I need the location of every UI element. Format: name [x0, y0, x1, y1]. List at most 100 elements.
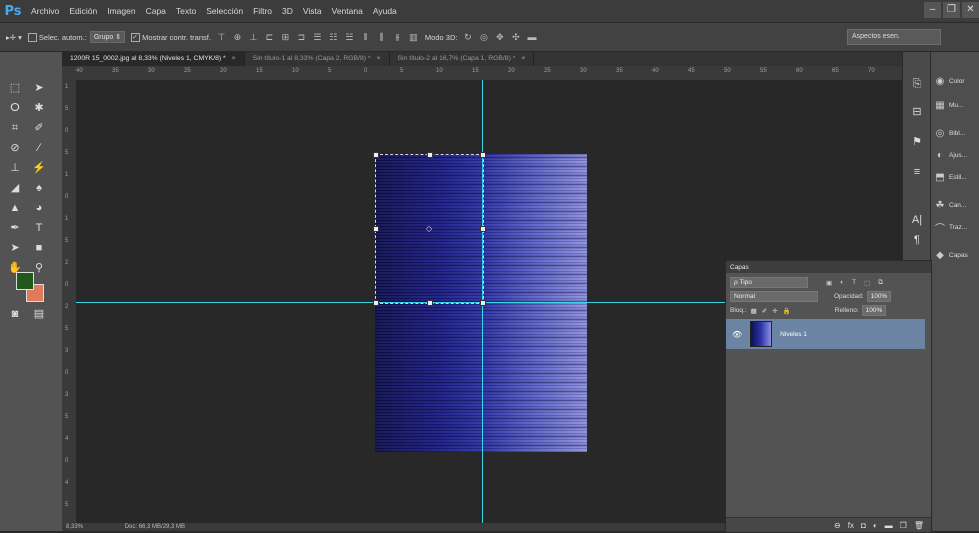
lasso-tool-icon[interactable]: ⵔ [6, 100, 24, 116]
lock-pixels-icon[interactable]: ✐ [762, 307, 767, 315]
align-left-icon[interactable]: ⊏ [264, 32, 275, 43]
fx-icon[interactable]: fx [848, 521, 854, 530]
move-tool-icon[interactable]: ➤ [30, 80, 48, 96]
transform-handle[interactable] [480, 152, 486, 158]
lock-position-icon[interactable]: ✛ [772, 307, 777, 315]
transform-handle[interactable] [480, 226, 486, 232]
opacity-field[interactable]: 100% [866, 291, 892, 302]
dock-item-channels[interactable]: ☘ Can... [934, 196, 967, 214]
lock-transparent-icon[interactable]: ▩ [751, 307, 757, 315]
menu-seleccion[interactable]: Selección [201, 6, 248, 16]
add-mask-icon[interactable]: ◘ [861, 521, 866, 530]
distribute-right-icon[interactable]: ⫵ [392, 32, 403, 43]
vertical-ruler[interactable]: 15051015202530354045 [62, 80, 77, 523]
distribute-left-icon[interactable]: ⫴ [360, 32, 371, 43]
dock-item-color[interactable]: ◉ Color [934, 72, 965, 90]
path-select-tool-icon[interactable]: ➤ [6, 240, 24, 256]
rotate-3d-icon[interactable]: ↻ [462, 32, 473, 43]
distribute-top-icon[interactable]: ☰ [312, 32, 323, 43]
close-tab-icon[interactable]: × [377, 55, 381, 62]
menu-capa[interactable]: Capa [141, 6, 171, 16]
move-tool-preset-icon[interactable]: ▸✛ ▾ [6, 33, 22, 42]
paint-bucket-tool-icon[interactable]: ♠ [30, 180, 48, 196]
roll-3d-icon[interactable]: ◎ [478, 32, 489, 43]
crop-tool-icon[interactable]: ⌗ [6, 120, 24, 136]
tab-document-3[interactable]: Sin título-2 al 16,7% (Capa 1, RGB/8) * × [390, 52, 535, 66]
dock-item-libraries[interactable]: ◎ Bibl... [934, 124, 966, 142]
distribute-vcenter-icon[interactable]: ☷ [328, 32, 339, 43]
align-right-icon[interactable]: ⊐ [296, 32, 307, 43]
show-transform-checkbox[interactable]: ✓ [131, 32, 141, 42]
auto-select-dropdown[interactable]: Grupo ⇕ [89, 31, 126, 43]
actions-icon[interactable]: ⚑ [908, 134, 926, 150]
close-tab-icon[interactable]: × [232, 55, 236, 62]
filter-type-icon[interactable]: T [852, 279, 856, 286]
slide-3d-icon[interactable]: ✣ [510, 32, 521, 43]
align-bottom-icon[interactable]: ⊥ [248, 32, 259, 43]
history-icon[interactable]: ⎘ [908, 76, 926, 92]
align-vcenter-icon[interactable]: ⊕ [232, 32, 243, 43]
dock-item-layers[interactable]: ◆ Capas [934, 246, 968, 264]
auto-select-checkbox[interactable] [27, 32, 37, 42]
menu-imagen[interactable]: Imagen [102, 6, 140, 16]
transform-center-icon[interactable]: ◇ [426, 224, 432, 233]
adjustment-layer-icon[interactable]: ◐ [873, 521, 878, 530]
menu-vista[interactable]: Vista [298, 6, 327, 16]
auto-select-option[interactable]: Selec. autom.: [27, 32, 87, 42]
properties-icon[interactable]: ⊟ [908, 104, 926, 120]
auto-align-icon[interactable]: ▥ [408, 32, 419, 43]
filter-shape-icon[interactable]: ⬚ [864, 279, 870, 287]
menu-ventana[interactable]: Ventana [327, 6, 368, 16]
transform-handle[interactable] [427, 152, 433, 158]
dock-item-paths[interactable]: ⌒ Traz... [934, 218, 967, 236]
history-brush-tool-icon[interactable]: ⚡ [30, 160, 48, 176]
layer-name[interactable]: Niveles 1 [780, 331, 807, 338]
menu-texto[interactable]: Texto [171, 6, 201, 16]
menu-edicion[interactable]: Edición [64, 6, 102, 16]
pen-tool-icon[interactable]: ✒ [6, 220, 24, 236]
visibility-eye-icon[interactable]: 👁 [732, 330, 742, 339]
dock-item-styles[interactable]: ⬒ Estil... [934, 168, 966, 186]
marquee-tool-icon[interactable]: ⬚ [6, 80, 24, 96]
menu-archivo[interactable]: Archivo [26, 6, 64, 16]
transform-handle[interactable] [373, 226, 379, 232]
foreground-color-swatch[interactable] [16, 272, 34, 290]
blend-mode-dropdown[interactable]: Normal [730, 291, 818, 302]
clone-stamp-tool-icon[interactable]: ⊥ [6, 160, 24, 176]
brush-tool-icon[interactable]: ∕ [30, 140, 48, 156]
healing-tool-icon[interactable]: ⊘ [6, 140, 24, 156]
fill-field[interactable]: 100% [861, 305, 887, 316]
filter-pixel-icon[interactable]: ▣ [826, 279, 832, 287]
horizontal-ruler[interactable]: 40 35 30 25 20 15 10 5 0 5 10 15 20 25 30 35 40 45 50 55 60 6… [62, 66, 902, 81]
restore-button[interactable]: ❐ [943, 2, 960, 18]
dock-item-adjustments[interactable]: ◐ Ajus... [934, 146, 967, 164]
quick-select-tool-icon[interactable]: ✱ [30, 100, 48, 116]
minimize-button[interactable]: – [924, 2, 941, 18]
layer-filter-dropdown[interactable]: ρ Tipo [730, 277, 808, 288]
dodge-tool-icon[interactable]: ◕ [30, 200, 48, 216]
show-transform-option[interactable]: ✓ Mostrar contr. transf. [131, 32, 211, 42]
tab-document-2[interactable]: Sin título-1 al 8,33% (Capa 2, RGB/8) * × [245, 52, 390, 66]
menu-filtro[interactable]: Filtro [248, 6, 277, 16]
type-tool-icon[interactable]: T [30, 220, 48, 236]
drag-3d-icon[interactable]: ✥ [494, 32, 505, 43]
rectangle-tool-icon[interactable]: ■ [30, 240, 48, 256]
close-button[interactable]: ✕ [962, 2, 979, 18]
lock-all-icon[interactable]: 🔒 [783, 307, 791, 315]
workspace-dropdown[interactable]: Aspectos esen. [847, 29, 941, 45]
align-hcenter-icon[interactable]: ⊞ [280, 32, 291, 43]
zoom-level[interactable]: 8,33% [66, 524, 83, 530]
filter-adjustment-icon[interactable]: ◐ [840, 279, 844, 286]
screen-mode-icon[interactable]: ▤ [30, 306, 48, 322]
dock-item-swatches[interactable]: ▦ Mu... [934, 96, 963, 114]
new-layer-icon[interactable]: ❐ [900, 521, 907, 530]
transform-handle[interactable] [373, 300, 379, 306]
filter-smart-icon[interactable]: ⧉ [878, 279, 883, 287]
eraser-tool-icon[interactable]: ◢ [6, 180, 24, 196]
distribute-hcenter-icon[interactable]: ⫼ [376, 32, 387, 43]
close-tab-icon[interactable]: × [521, 55, 525, 62]
distribute-bottom-icon[interactable]: ☱ [344, 32, 355, 43]
blur-tool-icon[interactable]: ▲ [6, 200, 24, 216]
transform-handle[interactable] [427, 300, 433, 306]
layers-panel-title[interactable]: Capas [730, 264, 749, 271]
